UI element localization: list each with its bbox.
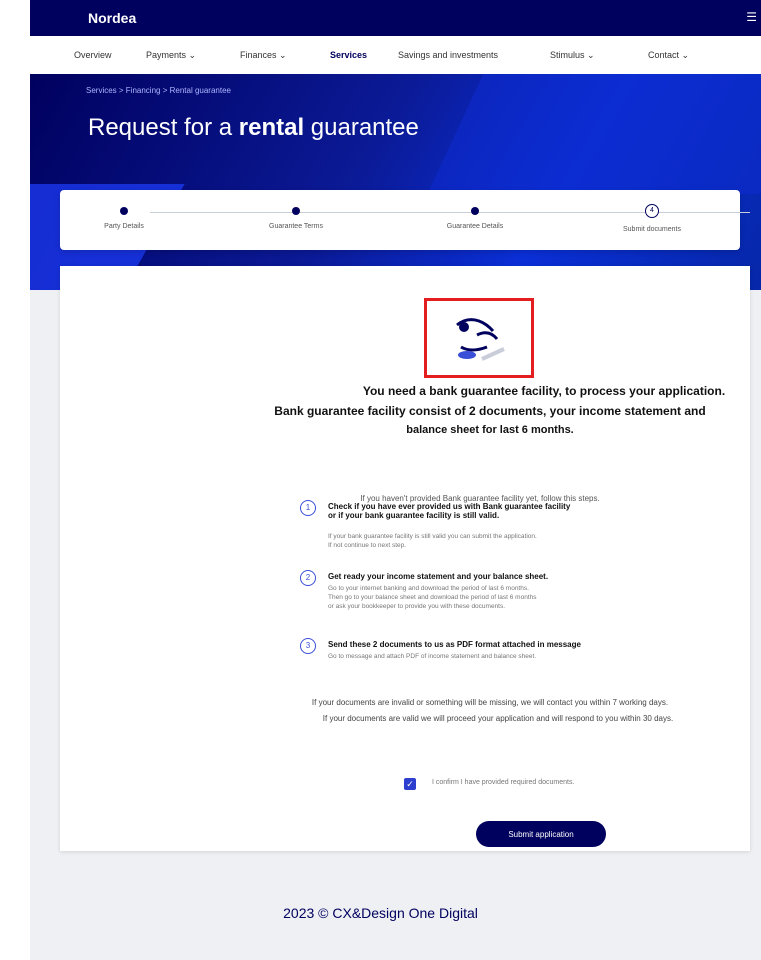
step-number-icon: 2 (300, 570, 316, 586)
main-nav: Overview Payments ⌄ Finances ⌄ Services … (30, 36, 761, 75)
footnote-invalid: If your documents are invalid or somethi… (311, 698, 669, 707)
chevron-down-icon: ⌄ (587, 50, 595, 60)
instruction-title: Check if you have ever provided us with … (328, 502, 571, 520)
brand-logo[interactable]: Nordea (88, 10, 136, 26)
step-number-icon: 3 (300, 638, 316, 654)
hero-decoration (427, 74, 761, 194)
nav-finances[interactable]: Finances ⌄ (240, 50, 287, 61)
step-party-details[interactable]: Party Details (59, 204, 189, 230)
confirm-label: I confirm I have provided required docum… (432, 779, 575, 786)
heading-line-2: Bank guarantee facility consist of 2 doc… (274, 404, 706, 418)
progress-stepper: Party Details Guarantee Terms Guarantee … (59, 190, 750, 250)
main-card (60, 266, 750, 851)
hero-banner: Services > Financing > Rental guarantee … (30, 74, 761, 290)
checkmark-icon: ✓ (406, 779, 414, 789)
nav-contact[interactable]: Contact ⌄ (648, 50, 689, 61)
page-title: Request for a rental guarantee (88, 114, 419, 141)
instruction-body: Go to message and attach PDF of income s… (328, 653, 537, 660)
chevron-down-icon: ⌄ (279, 50, 287, 60)
step-submit-documents[interactable]: 4 Submit documents (587, 204, 717, 233)
step-complete-dot-icon (292, 207, 300, 215)
chevron-down-icon: ⌄ (188, 50, 197, 60)
instruction-body: Go to your internet banking and download… (328, 585, 537, 610)
nav-payments[interactable]: Payments ⌄ (146, 50, 196, 61)
step-number-icon: 1 (300, 500, 316, 516)
submit-application-button[interactable]: Submit application (476, 821, 606, 847)
instruction-title: Get ready your income statement and your… (328, 572, 549, 581)
step-guarantee-terms[interactable]: Guarantee Terms (231, 204, 361, 230)
footnote-valid: If your documents are valid we will proc… (322, 714, 674, 723)
instruction-body: If your bank guarantee facility is still… (328, 533, 537, 549)
nav-services[interactable]: Services (330, 50, 367, 60)
instruction-title: Send these 2 documents to us as PDF form… (328, 640, 581, 649)
footer-copyright: 2023 © CX&Design One Digital (283, 905, 478, 921)
top-bar: Nordea ☰ (30, 0, 761, 36)
confirm-checkbox[interactable]: ✓ (404, 778, 416, 790)
step-guarantee-details[interactable]: Guarantee Details (410, 204, 540, 230)
nav-overview[interactable]: Overview (74, 50, 112, 60)
breadcrumb[interactable]: Services > Financing > Rental guarantee (86, 86, 231, 95)
heading-line-1: You need a bank guarantee facility, to p… (362, 384, 726, 398)
chevron-down-icon: ⌄ (681, 50, 690, 60)
heading-line-3: balance sheet for last 6 months. (406, 424, 574, 436)
step-complete-dot-icon (120, 207, 128, 215)
step-number-icon: 4 (645, 204, 659, 218)
menu-icon[interactable]: ☰ (746, 10, 757, 24)
nav-savings[interactable]: Savings and investments (398, 50, 498, 60)
handshake-illustration-icon (424, 298, 534, 378)
nav-stimulus[interactable]: Stimulus ⌄ (550, 50, 595, 61)
step-complete-dot-icon (471, 207, 479, 215)
